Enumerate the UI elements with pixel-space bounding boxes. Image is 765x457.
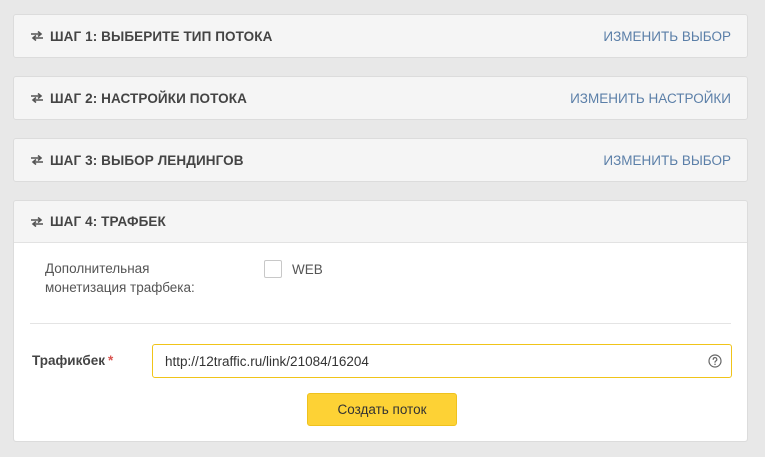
step-3-panel: ШАГ 3: ВЫБОР ЛЕНДИНГОВ ИЗМЕНИТЬ ВЫБОР	[13, 138, 748, 182]
step-4-title-text: ШАГ 4: ТРАФБЕК	[50, 214, 166, 229]
step-4-title: ШАГ 4: ТРАФБЕК	[30, 214, 166, 229]
step-1-title: ШАГ 1: ВЫБЕРИТЕ ТИП ПОТОКА	[30, 29, 272, 44]
web-checkbox-label[interactable]: WEB	[292, 262, 323, 277]
web-checkbox-group: WEB	[264, 260, 323, 278]
step-3-title: ШАГ 3: ВЫБОР ЛЕНДИНГОВ	[30, 153, 244, 168]
step-2-title: ШАГ 2: НАСТРОЙКИ ПОТОКА	[30, 91, 247, 106]
trafficback-label: Трафикбек *	[32, 353, 113, 368]
step-2-change-link[interactable]: ИЗМЕНИТЬ НАСТРОЙКИ	[570, 91, 731, 106]
step-2-header: ШАГ 2: НАСТРОЙКИ ПОТОКА ИЗМЕНИТЬ НАСТРОЙ…	[14, 77, 747, 119]
monetization-label-line1: Дополнительная	[45, 261, 150, 276]
question-circle-icon[interactable]	[708, 354, 722, 368]
trafficback-label-text: Трафикбек	[32, 353, 105, 368]
step-4-header: ШАГ 4: ТРАФБЕК	[14, 201, 747, 243]
monetization-label: Дополнительная монетизация трафбека:	[45, 259, 245, 297]
step-4-body: Дополнительная монетизация трафбека: WEB…	[14, 243, 747, 441]
step-2-panel: ШАГ 2: НАСТРОЙКИ ПОТОКА ИЗМЕНИТЬ НАСТРОЙ…	[13, 76, 748, 120]
step-3-change-link[interactable]: ИЗМЕНИТЬ ВЫБОР	[603, 153, 731, 168]
step-3-header: ШАГ 3: ВЫБОР ЛЕНДИНГОВ ИЗМЕНИТЬ ВЫБОР	[14, 139, 747, 181]
monetization-label-line2: монетизация трафбека:	[45, 280, 195, 295]
step-2-title-text: ШАГ 2: НАСТРОЙКИ ПОТОКА	[50, 90, 247, 106]
required-mark: *	[107, 353, 114, 368]
trafficback-field	[152, 344, 732, 378]
step-4-panel: ШАГ 4: ТРАФБЕК Дополнительная монетизаци…	[13, 200, 748, 442]
step-1-title-text: ШАГ 1: ВЫБЕРИТЕ ТИП ПОТОКА	[50, 28, 273, 44]
step-1-panel: ШАГ 1: ВЫБЕРИТЕ ТИП ПОТОКА ИЗМЕНИТЬ ВЫБО…	[13, 14, 748, 58]
web-checkbox[interactable]	[264, 260, 282, 278]
swap-arrows-icon	[30, 155, 44, 165]
step-1-change-link[interactable]: ИЗМЕНИТЬ ВЫБОР	[603, 29, 731, 44]
swap-arrows-icon	[30, 31, 44, 41]
create-stream-button[interactable]: Создать поток	[307, 393, 457, 426]
step-3-title-text: ШАГ 3: ВЫБОР ЛЕНДИНГОВ	[50, 152, 244, 168]
section-divider	[30, 323, 731, 324]
swap-arrows-icon	[30, 93, 44, 103]
trafficback-input[interactable]	[153, 346, 708, 376]
swap-arrows-icon	[30, 216, 44, 227]
step-1-header: ШАГ 1: ВЫБЕРИТЕ ТИП ПОТОКА ИЗМЕНИТЬ ВЫБО…	[14, 15, 747, 57]
